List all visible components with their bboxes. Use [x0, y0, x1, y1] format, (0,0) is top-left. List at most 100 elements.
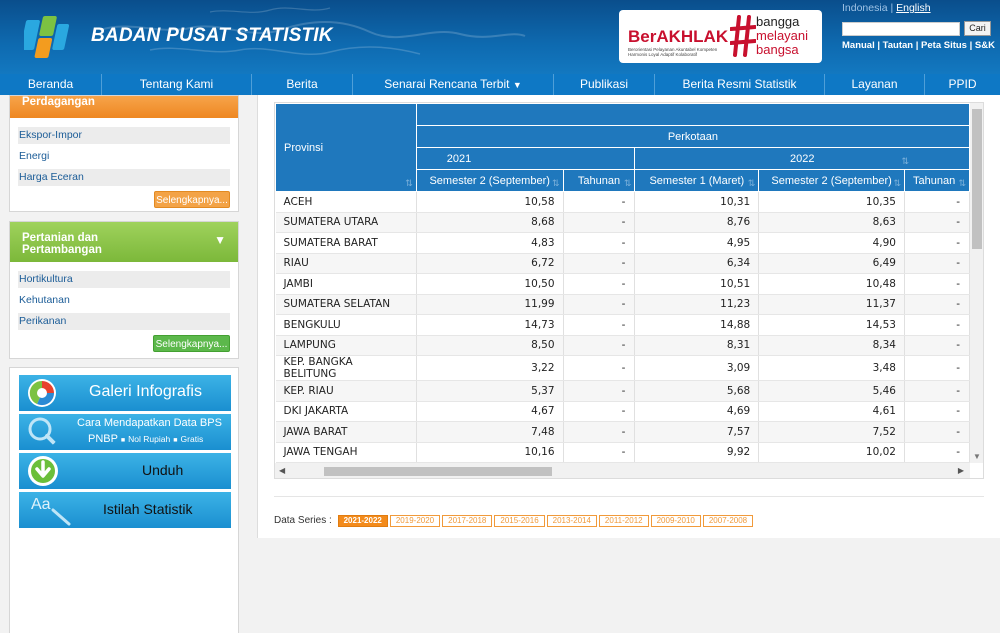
cell-value: 6,49: [758, 253, 905, 274]
data-series-option[interactable]: 2009-2010: [650, 515, 701, 527]
search-button[interactable]: Cari: [964, 21, 991, 36]
nav-beranda[interactable]: Beranda: [0, 74, 102, 95]
cell-value: -: [904, 442, 970, 463]
header-sem2-2022[interactable]: Semester 2 (September) ⇅: [758, 169, 905, 192]
cell-value: 4,69: [634, 401, 760, 422]
data-series-option[interactable]: 2019-2020: [389, 515, 441, 527]
data-series-option[interactable]: 2013-2014: [546, 515, 597, 527]
cell-value: -: [563, 294, 636, 315]
cell-value: -: [563, 421, 636, 443]
sidebar-item-perikanan[interactable]: Perikanan: [18, 313, 230, 330]
banner-galeri-infografis[interactable]: Galeri Infografis: [19, 375, 231, 411]
data-series-option[interactable]: 2015-2016: [494, 515, 545, 527]
nav-ppid[interactable]: PPID: [925, 74, 1000, 95]
header-provinsi[interactable]: Provinsi ⇅: [275, 103, 417, 192]
cell-value: 14,53: [758, 314, 905, 336]
top-links[interactable]: Manual | Tautan | Peta Situs | S&K: [842, 40, 995, 51]
lang-english[interactable]: English: [896, 2, 930, 14]
nav-berita-resmi-statistik[interactable]: Berita Resmi Statistik: [655, 74, 825, 95]
banner-unduh[interactable]: Unduh: [19, 453, 231, 489]
nav-publikasi[interactable]: Publikasi: [554, 74, 655, 95]
site-brand[interactable]: BADAN PUSAT STATISTIK: [91, 25, 333, 47]
vertical-scrollbar[interactable]: ▼: [970, 103, 983, 463]
nav-label: PPID: [948, 77, 977, 91]
cell-value: -: [904, 294, 970, 315]
banner-cara-mendapatkan-data[interactable]: Cara Mendapatkan Data BPS PNBP ■ Nol Rup…: [19, 414, 231, 450]
sidebar-item-hortikultura[interactable]: Hortikultura: [18, 271, 230, 288]
cell-provinsi: JAMBI: [275, 273, 417, 295]
cell-value: -: [563, 191, 636, 213]
vertical-scroll-thumb[interactable]: [972, 109, 982, 249]
data-series-option[interactable]: 2007-2008: [702, 515, 754, 527]
sort-icon[interactable]: ⇅: [901, 156, 909, 167]
horizontal-scroll-thumb[interactable]: [324, 467, 552, 476]
cell-value: -: [563, 442, 636, 463]
table-body: ACEH 10,58-10,31 10,35- SUMATERA UTARA 8,68-…: [275, 191, 970, 463]
nol-rupiah-text: Nol Rupiah: [128, 434, 171, 444]
cell-provinsi: RIAU: [275, 253, 417, 274]
nav-senarai-rencana-terbit[interactable]: Senarai Rencana Terbit ▼: [353, 74, 554, 95]
sidebar: Perdagangan Ekspor-Impor Energi Harga Ec…: [0, 95, 248, 633]
nav-berita[interactable]: Berita: [252, 74, 353, 95]
header-sem1-2022[interactable]: Semester 1 (Maret) ⇅: [634, 169, 760, 192]
nav-label: Senarai Rencana Terbit: [384, 77, 510, 91]
more-button[interactable]: Selengkapnya...: [154, 191, 230, 208]
header-sem2-2021[interactable]: Semester 2 (September) ⇅: [415, 169, 564, 192]
panel-pertanian: Pertanian dan Pertambangan ▼ Hortikultur…: [9, 221, 239, 359]
more-button[interactable]: Selengkapnya...: [153, 335, 230, 352]
sort-icon[interactable]: ⇅: [552, 178, 560, 189]
sidebar-item-kehutanan[interactable]: Kehutanan: [18, 292, 230, 309]
berakhlak-banner[interactable]: BerAKHLAK Berorientasi Pelayanan Akuntab…: [619, 10, 822, 63]
cell-value: 10,35: [758, 191, 905, 213]
caret-down-icon: ▼: [512, 80, 522, 90]
sort-icon[interactable]: ⇅: [958, 178, 966, 189]
cell-provinsi: SUMATERA BARAT: [275, 232, 417, 254]
collapse-icon[interactable]: ▼: [214, 234, 226, 246]
sort-icon[interactable]: ⇅: [624, 178, 632, 189]
scroll-right-icon[interactable]: ▶: [958, 466, 964, 475]
cell-value: 4,61: [758, 401, 905, 422]
banner-istilah-statistik[interactable]: Aa Istilah Statistik: [19, 492, 231, 528]
panel-perdagangan-header[interactable]: Perdagangan: [10, 96, 238, 118]
cell-value: 10,51: [634, 273, 760, 295]
nav-label: Berita: [286, 77, 318, 91]
data-table-container: Provinsi ⇅ Perkotaan 2021 2022 ⇅ Semeste…: [274, 102, 984, 479]
nav-layanan[interactable]: Layanan: [825, 74, 925, 95]
pie-chart-icon: [28, 379, 56, 407]
nav-label: Tentang Kami: [139, 77, 214, 91]
cell-value: 11,37: [758, 294, 905, 315]
scroll-left-icon[interactable]: ◀: [279, 466, 285, 475]
cell-provinsi: SUMATERA UTARA: [275, 212, 417, 233]
data-series-option[interactable]: 2021-2022: [337, 515, 388, 527]
table-row: KEP. RIAU 5,37-5,68 5,46-: [275, 380, 970, 402]
scroll-down-icon[interactable]: ▼: [973, 452, 981, 461]
divider: [274, 496, 984, 497]
cell-value: 10,50: [416, 273, 564, 295]
cell-value: -: [904, 335, 970, 356]
sidebar-item-energi[interactable]: Energi: [18, 148, 230, 165]
header-tahunan-2022[interactable]: Tahunan ⇅: [903, 169, 970, 192]
cell-value: -: [904, 401, 970, 422]
aa-icon: Aa: [31, 496, 51, 513]
sidebar-item-harga-eceran[interactable]: Harga Eceran: [18, 169, 230, 186]
sort-icon[interactable]: ⇅: [748, 178, 756, 189]
panel-title-line1: Pertanian dan: [22, 232, 99, 244]
cell-value: 3,22: [416, 355, 564, 381]
data-series-option[interactable]: 2017-2018: [442, 515, 493, 527]
data-series-options: 2021-2022 2019-2020 2017-2018 2015-2016 2013…: [337, 515, 756, 527]
horizontal-scrollbar[interactable]: ◀ ▶: [275, 463, 970, 478]
nav-label: Beranda: [27, 77, 74, 91]
lang-indonesia[interactable]: Indonesia: [842, 2, 888, 14]
sort-icon[interactable]: ⇅: [893, 178, 901, 189]
cell-value: -: [904, 191, 970, 213]
header-tahunan-2021[interactable]: Tahunan ⇅: [562, 169, 636, 192]
search-input[interactable]: [842, 22, 960, 36]
cell-value: -: [904, 232, 970, 254]
data-series-option[interactable]: 2011-2012: [598, 515, 649, 527]
panel-pertanian-header[interactable]: Pertanian dan Pertambangan ▼: [10, 222, 238, 262]
banner-subtitle: PNBP ■ Nol Rupiah ■ Gratis: [88, 433, 204, 445]
sidebar-item-ekspor-impor[interactable]: Ekspor-Impor: [18, 127, 230, 144]
bps-logo[interactable]: [24, 12, 78, 64]
sort-icon[interactable]: ⇅: [405, 178, 413, 189]
nav-tentang-kami[interactable]: Tentang Kami: [102, 74, 252, 95]
